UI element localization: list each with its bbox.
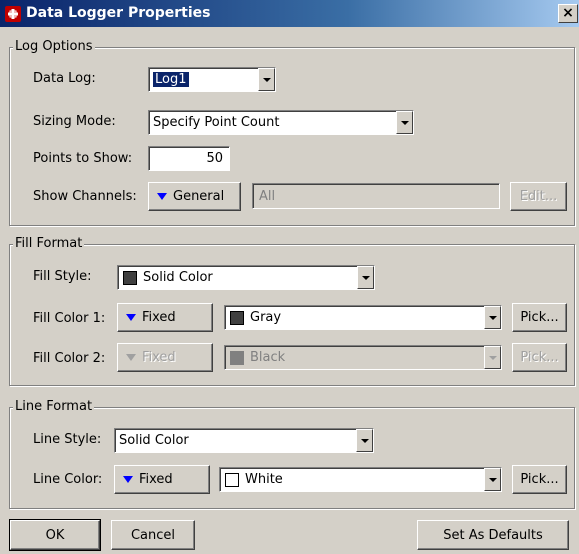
- points-to-show-label: Points to Show:: [33, 151, 133, 166]
- line-color-pick-button[interactable]: Pick...: [512, 465, 567, 494]
- fill-color-2-mode-button[interactable]: Fixed: [117, 343, 213, 372]
- channels-input[interactable]: All: [252, 183, 500, 209]
- fill-color-2-label: Fill Color 2:: [33, 351, 106, 366]
- fill-color-1-pick-button[interactable]: Pick...: [512, 303, 567, 332]
- line-color-select[interactable]: White: [219, 467, 502, 492]
- fill-style-select[interactable]: Solid Color: [117, 265, 375, 290]
- fill-color-2-pick-button[interactable]: Pick...: [512, 343, 567, 372]
- triangle-down-icon: [157, 193, 167, 200]
- triangle-down-icon: [126, 314, 136, 321]
- chevron-down-icon[interactable]: [484, 306, 501, 329]
- fill-format-legend: Fill Format: [13, 236, 85, 251]
- sizing-mode-select[interactable]: Specify Point Count: [148, 110, 414, 135]
- channels-value: All: [259, 188, 276, 204]
- line-color-value: White: [245, 472, 283, 487]
- set-as-defaults-label: Set As Defaults: [443, 527, 543, 543]
- fill-color-2-value: Black: [250, 350, 286, 365]
- close-button[interactable]: ×: [558, 4, 578, 23]
- channels-edit-label: Edit...: [519, 189, 558, 204]
- line-color-pick-label: Pick...: [520, 472, 559, 487]
- channels-general-button[interactable]: General: [148, 182, 241, 211]
- channels-general-label: General: [173, 189, 225, 204]
- line-style-select[interactable]: Solid Color: [114, 428, 374, 453]
- data-log-value: Log1: [152, 72, 190, 87]
- window-title: Data Logger Properties: [26, 5, 211, 21]
- line-color-label: Line Color:: [33, 472, 103, 487]
- triangle-down-icon: [123, 476, 133, 483]
- line-format-group: [9, 407, 575, 509]
- fill-color-1-label: Fill Color 1:: [33, 311, 106, 326]
- line-color-mode-button[interactable]: Fixed: [114, 465, 210, 494]
- cancel-button[interactable]: Cancel: [111, 520, 195, 550]
- fill-color-2-select[interactable]: Black: [224, 345, 502, 370]
- chevron-down-icon[interactable]: [396, 111, 413, 134]
- line-style-label: Line Style:: [33, 432, 102, 447]
- chevron-down-icon[interactable]: [258, 68, 275, 91]
- fill-color-1-pick-label: Pick...: [520, 310, 559, 325]
- fill-style-label: Fill Style:: [33, 269, 92, 284]
- points-to-show-input[interactable]: 50: [148, 146, 230, 171]
- ok-button[interactable]: OK: [9, 519, 101, 551]
- chevron-down-icon[interactable]: [484, 468, 501, 491]
- fill-color-1-select[interactable]: Gray: [224, 305, 502, 330]
- fill-style-value: Solid Color: [143, 270, 213, 285]
- ok-label: OK: [45, 527, 65, 543]
- log-options-legend: Log Options: [13, 39, 95, 54]
- fill-color-1-swatch: [230, 310, 244, 325]
- fill-color-2-swatch: [230, 350, 244, 365]
- cancel-label: Cancel: [130, 527, 176, 543]
- sizing-mode-value: Specify Point Count: [153, 115, 280, 130]
- show-channels-label: Show Channels:: [33, 189, 137, 204]
- fill-color-1-value: Gray: [250, 310, 282, 325]
- chevron-down-icon[interactable]: [356, 429, 373, 452]
- title-bar[interactable]: Data Logger Properties ×: [0, 0, 579, 27]
- fill-color-1-mode-button[interactable]: Fixed: [117, 303, 213, 332]
- channels-edit-button[interactable]: Edit...: [510, 182, 567, 211]
- points-to-show-value: 50: [206, 151, 223, 166]
- fill-color-2-pick-label: Pick...: [520, 350, 559, 365]
- line-color-mode-label: Fixed: [139, 472, 173, 487]
- line-format-legend: Line Format: [13, 399, 95, 414]
- sizing-mode-label: Sizing Mode:: [33, 114, 116, 129]
- set-as-defaults-button[interactable]: Set As Defaults: [417, 520, 569, 550]
- triangle-down-icon: [126, 354, 136, 361]
- line-color-swatch: [225, 472, 239, 487]
- data-log-select[interactable]: Log1: [148, 67, 276, 92]
- line-style-value: Solid Color: [119, 433, 189, 448]
- app-icon: [5, 6, 21, 22]
- chevron-down-icon[interactable]: [484, 346, 501, 369]
- fill-style-swatch: [123, 270, 137, 285]
- chevron-down-icon[interactable]: [357, 266, 374, 289]
- fill-color-1-mode-label: Fixed: [142, 310, 176, 325]
- fill-color-2-mode-label: Fixed: [142, 350, 176, 365]
- data-log-label: Data Log:: [33, 71, 96, 86]
